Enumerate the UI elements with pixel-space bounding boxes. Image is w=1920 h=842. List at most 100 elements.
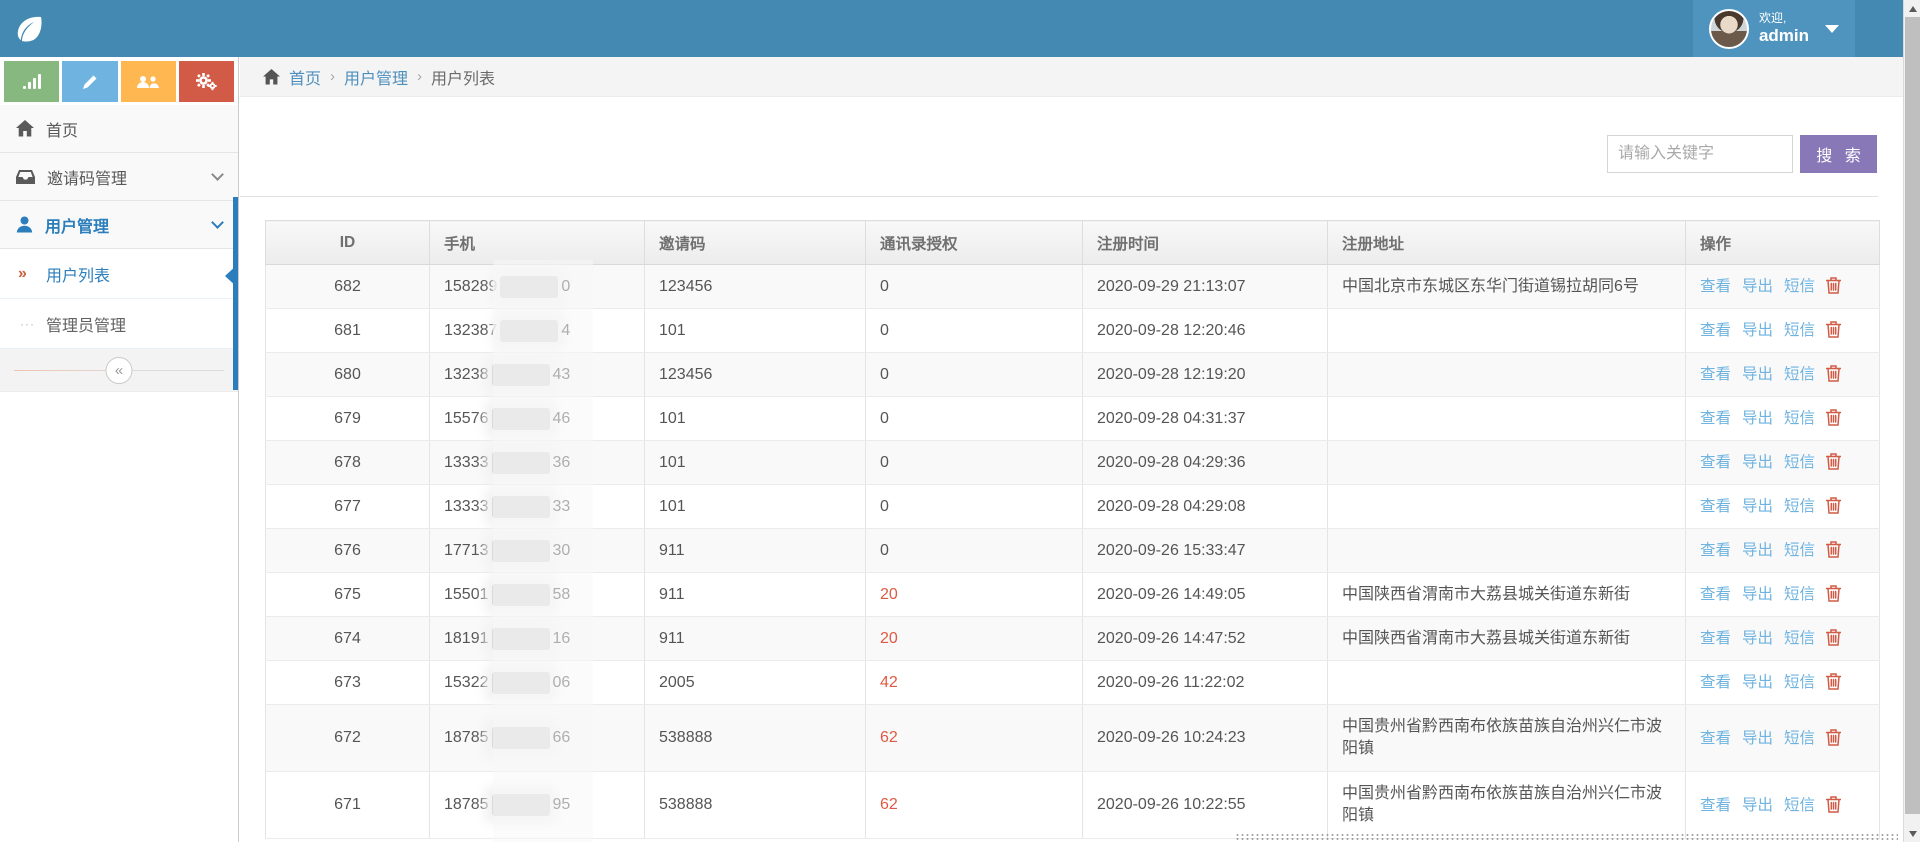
view-link[interactable]: 查看 [1700, 730, 1731, 747]
user-menu[interactable]: 欢迎, admin [1693, 0, 1855, 57]
stats-button[interactable] [4, 61, 59, 102]
censored-digits [492, 496, 550, 518]
cell-register-address: 中国贵州省黔西南布依族苗族自治州兴仁市波阳镇 [1328, 705, 1686, 772]
delete-button[interactable] [1826, 673, 1841, 695]
sidebar-collapse-button[interactable]: « [106, 357, 133, 384]
users-icon [136, 73, 160, 91]
sidebar-item-home[interactable]: 首页 [0, 105, 238, 153]
delete-button[interactable] [1826, 409, 1841, 431]
delete-button[interactable] [1826, 629, 1841, 651]
censored-digits [492, 727, 550, 749]
cell-id: 677 [266, 485, 430, 529]
export-link[interactable]: 导出 [1742, 410, 1773, 427]
sms-link[interactable]: 短信 [1784, 630, 1815, 647]
table-row: 677133333310102020-09-28 04:29:08查看导出短信 [266, 485, 1880, 529]
delete-button[interactable] [1826, 321, 1841, 343]
breadcrumb-user-mgmt-link[interactable]: 用户管理 [344, 65, 408, 89]
delete-button[interactable] [1826, 277, 1841, 299]
view-link[interactable]: 查看 [1700, 630, 1731, 647]
trash-icon [1826, 629, 1841, 646]
delete-button[interactable] [1826, 497, 1841, 519]
sidebar-item-user-list[interactable]: » 用户列表 [0, 249, 238, 299]
user-icon [16, 216, 33, 233]
export-link[interactable]: 导出 [1742, 730, 1773, 747]
export-link[interactable]: 导出 [1742, 797, 1773, 814]
export-link[interactable]: 导出 [1742, 542, 1773, 559]
export-link[interactable]: 导出 [1742, 586, 1773, 603]
scrollbar-thumb[interactable] [1905, 17, 1920, 814]
sms-link[interactable]: 短信 [1784, 366, 1815, 383]
cell-phone: 1878566 [430, 705, 645, 772]
view-link[interactable]: 查看 [1700, 322, 1731, 339]
settings-button[interactable] [179, 61, 234, 102]
view-link[interactable]: 查看 [1700, 278, 1731, 295]
sms-link[interactable]: 短信 [1784, 454, 1815, 471]
export-link[interactable]: 导出 [1742, 322, 1773, 339]
cell-id: 681 [266, 309, 430, 353]
view-link[interactable]: 查看 [1700, 410, 1731, 427]
cell-register-time: 2020-09-29 21:13:07 [1083, 265, 1328, 309]
sms-link[interactable]: 短信 [1784, 410, 1815, 427]
delete-button[interactable] [1826, 541, 1841, 563]
view-link[interactable]: 查看 [1700, 542, 1731, 559]
leaf-logo-icon [12, 11, 46, 45]
delete-button[interactable] [1826, 796, 1841, 818]
sms-link[interactable]: 短信 [1784, 542, 1815, 559]
home-icon [16, 120, 34, 137]
export-link[interactable]: 导出 [1742, 498, 1773, 515]
search-input[interactable] [1607, 135, 1793, 173]
export-link[interactable]: 导出 [1742, 278, 1773, 295]
cell-invite-code: 911 [645, 573, 866, 617]
view-link[interactable]: 查看 [1700, 797, 1731, 814]
cell-actions: 查看导出短信 [1686, 441, 1880, 485]
delete-button[interactable] [1826, 365, 1841, 387]
cell-invite-code: 101 [645, 441, 866, 485]
scroll-down-arrow[interactable] [1904, 825, 1920, 842]
delete-button[interactable] [1826, 585, 1841, 607]
cell-register-address [1328, 485, 1686, 529]
sms-link[interactable]: 短信 [1784, 498, 1815, 515]
export-link[interactable]: 导出 [1742, 366, 1773, 383]
selection-dotted-border [1235, 833, 1898, 841]
export-link[interactable]: 导出 [1742, 630, 1773, 647]
view-link[interactable]: 查看 [1700, 674, 1731, 691]
view-link[interactable]: 查看 [1700, 366, 1731, 383]
export-link[interactable]: 导出 [1742, 454, 1773, 471]
trash-icon [1826, 497, 1841, 514]
view-link[interactable]: 查看 [1700, 586, 1731, 603]
sidebar-item-admin-mgmt[interactable]: ··· 管理员管理 [0, 299, 238, 349]
sms-link[interactable]: 短信 [1784, 278, 1815, 295]
view-link[interactable]: 查看 [1700, 498, 1731, 515]
censored-digits [492, 628, 550, 650]
export-link[interactable]: 导出 [1742, 674, 1773, 691]
cell-contacts-auth: 0 [866, 353, 1083, 397]
cell-invite-code: 911 [645, 617, 866, 661]
search-button[interactable]: 搜 索 [1800, 135, 1877, 173]
sms-link[interactable]: 短信 [1784, 322, 1815, 339]
delete-button[interactable] [1826, 453, 1841, 475]
breadcrumb-home-link[interactable]: 首页 [289, 65, 321, 89]
sidebar-item-user-mgmt[interactable]: 用户管理 [0, 201, 238, 249]
cell-register-time: 2020-09-28 12:20:46 [1083, 309, 1328, 353]
censored-digits [492, 672, 550, 694]
view-link[interactable]: 查看 [1700, 454, 1731, 471]
sidebar-item-invite-code-mgmt[interactable]: 邀请码管理 [0, 153, 238, 201]
cell-actions: 查看导出短信 [1686, 573, 1880, 617]
scroll-up-arrow[interactable] [1904, 0, 1920, 17]
sidebar: 首页 邀请码管理 用户管理 » 用户列表 ··· 管理员管理 « [0, 57, 239, 842]
edit-button[interactable] [62, 61, 117, 102]
user-table-wrap: ID手机邀请码通讯录授权注册时间注册地址操作 68215828901234560… [265, 220, 1879, 839]
vertical-scrollbar[interactable] [1903, 0, 1920, 842]
users-button[interactable] [121, 61, 176, 102]
sms-link[interactable]: 短信 [1784, 730, 1815, 747]
sms-link[interactable]: 短信 [1784, 797, 1815, 814]
cell-phone: 1771330 [430, 529, 645, 573]
user-mgmt-submenu: » 用户列表 ··· 管理员管理 [0, 249, 238, 349]
cell-actions: 查看导出短信 [1686, 529, 1880, 573]
delete-button[interactable] [1826, 729, 1841, 751]
sms-link[interactable]: 短信 [1784, 674, 1815, 691]
cell-id: 679 [266, 397, 430, 441]
cell-id: 676 [266, 529, 430, 573]
sms-link[interactable]: 短信 [1784, 586, 1815, 603]
cell-actions: 查看导出短信 [1686, 772, 1880, 839]
